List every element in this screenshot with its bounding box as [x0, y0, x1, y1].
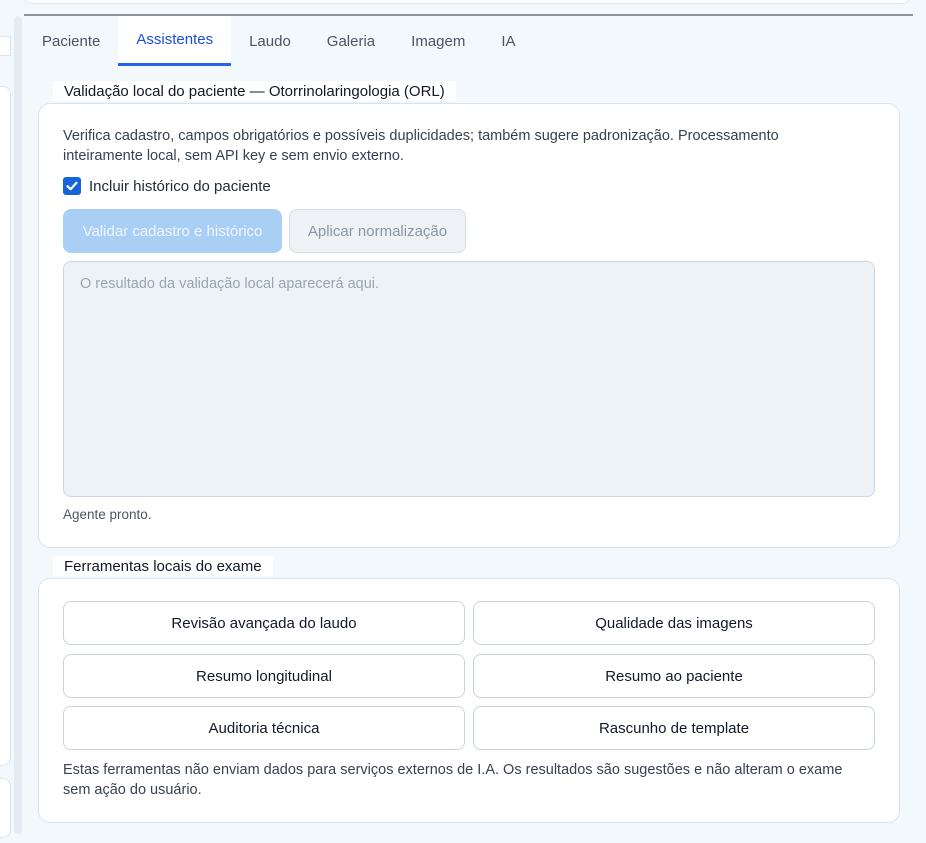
checkmark-icon	[66, 181, 78, 191]
tools-disclaimer: Estas ferramentas não enviam dados para …	[63, 762, 843, 798]
tools-panel-title: Ferramentas locais do exame	[53, 556, 273, 576]
validation-panel-title: Validação local do paciente — Otorrinola…	[53, 81, 456, 101]
left-card-bottom-edge	[0, 778, 11, 838]
vertical-scrollbar[interactable]	[14, 16, 22, 834]
image-quality-button[interactable]: Qualidade das imagens	[473, 601, 875, 645]
tab-bar: Paciente Assistentes Laudo Galeria Image…	[24, 16, 534, 68]
tab-ia[interactable]: IA	[483, 16, 533, 66]
tab-galeria[interactable]: Galeria	[309, 16, 393, 66]
validation-result-output[interactable]: O resultado da validação local aparecerá…	[63, 261, 875, 497]
patient-summary-button[interactable]: Resumo ao paciente	[473, 654, 875, 698]
tab-laudo[interactable]: Laudo	[231, 16, 309, 66]
top-frame-edge	[24, 0, 910, 4]
longitudinal-summary-button[interactable]: Resumo longitudinal	[63, 654, 465, 698]
template-draft-button[interactable]: Rascunho de template	[473, 706, 875, 750]
agent-status: Agente pronto.	[63, 507, 152, 522]
validate-record-button[interactable]: Validar cadastro e histórico	[63, 209, 282, 253]
technical-audit-button[interactable]: Auditoria técnica	[63, 706, 465, 750]
include-history-checkbox[interactable]	[63, 177, 81, 195]
validation-description: Verifica cadastro, campos obrigatórios e…	[63, 128, 779, 164]
apply-normalization-button[interactable]: Aplicar normalização	[289, 209, 466, 253]
tab-assistentes[interactable]: Assistentes	[118, 16, 232, 66]
include-history-label: Incluir histórico do paciente	[89, 177, 271, 195]
include-history-option[interactable]: Incluir histórico do paciente	[63, 177, 271, 195]
tab-paciente[interactable]: Paciente	[24, 16, 118, 66]
left-card-edge	[0, 86, 11, 766]
advanced-report-review-button[interactable]: Revisão avançada do laudo	[63, 601, 465, 645]
left-column-edge	[0, 0, 12, 843]
tab-imagem[interactable]: Imagem	[393, 16, 483, 66]
left-card-top-edge	[0, 36, 11, 56]
